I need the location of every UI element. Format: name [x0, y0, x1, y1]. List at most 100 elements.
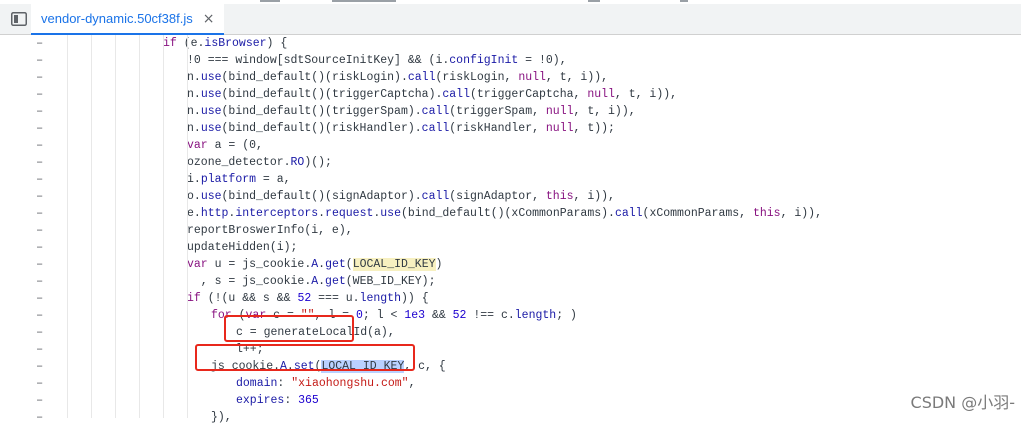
code-token: (riskLogin, [435, 71, 519, 84]
code-line[interactable]: – c = generateLocalId(a), [0, 324, 1021, 341]
code-line[interactable]: – for (var c = "", l = 0; l < 1e3 && 52 !… [0, 307, 1021, 324]
code-token: (bind_default()(riskHandler). [221, 122, 422, 135]
line-gutter-mark[interactable]: – [36, 35, 48, 52]
code-token: use [380, 207, 401, 220]
code-token: updateHidden(i); [187, 241, 298, 254]
code-token: use [200, 88, 222, 101]
code-line[interactable]: – n.use(bind_default()(triggerSpam).call(… [0, 103, 1021, 120]
code-token: 52 [297, 292, 312, 305]
code-token: , i)), [573, 190, 615, 203]
code-text: var u = js_cookie.A.get(LOCAL_ID_KEY) [187, 256, 442, 273]
code-line[interactable]: – n.use(bind_default()(triggerCaptcha).ca… [0, 86, 1021, 103]
code-text: e.http.interceptors.request.use(bind_def… [187, 205, 822, 222]
code-token: . [318, 275, 326, 288]
code-token: call [614, 207, 643, 220]
code-line[interactable]: – if (!(u && s && 52 === u.length)) { [0, 290, 1021, 307]
code-token: if [187, 292, 201, 305]
code-token: , t)); [573, 122, 615, 135]
code-token: (bind_default()(signAdaptor). [221, 190, 422, 203]
code-line[interactable]: – if (e.isBrowser) { [0, 35, 1021, 52]
code-token: (bind_default()(triggerCaptcha). [221, 88, 443, 101]
line-gutter-mark[interactable]: – [36, 358, 48, 375]
line-gutter-mark[interactable]: – [36, 154, 48, 171]
line-gutter-mark[interactable]: – [36, 103, 48, 120]
code-token: u = js_cookie. [207, 258, 312, 271]
line-gutter-mark[interactable]: – [36, 392, 48, 409]
code-token: if [163, 37, 177, 50]
code-line[interactable]: – updateHidden(i); [0, 239, 1021, 256]
line-gutter-mark[interactable]: – [36, 86, 48, 103]
code-line[interactable]: – l++; [0, 341, 1021, 358]
code-line[interactable]: – o.use(bind_default()(signAdaptor).call(… [0, 188, 1021, 205]
code-token: (xCommonParams, [642, 207, 753, 220]
code-token: "xiaohongshu.com" [291, 377, 409, 390]
line-gutter-mark[interactable]: – [36, 256, 48, 273]
code-line[interactable]: – domain: "xiaohongshu.com", [0, 375, 1021, 392]
code-text: if (e.isBrowser) { [163, 35, 287, 52]
code-line[interactable]: – expires: 365 [0, 392, 1021, 409]
code-token: LOCAL_ID_KEY [352, 258, 436, 271]
code-line[interactable]: – reportBroswerInfo(i, e), [0, 222, 1021, 239]
code-line[interactable]: – var u = js_cookie.A.get(LOCAL_ID_KEY) [0, 256, 1021, 273]
code-line[interactable]: – ozone_detector.RO)(); [0, 154, 1021, 171]
code-token: interceptors [235, 207, 319, 220]
code-token: a = (0, [207, 139, 263, 152]
code-token: !== c. [466, 309, 515, 322]
code-text: n.use(bind_default()(triggerSpam).call(t… [187, 103, 636, 120]
line-gutter-mark[interactable]: – [36, 324, 48, 341]
code-text: n.use(bind_default()(triggerCaptcha).cal… [187, 86, 677, 103]
line-gutter-mark[interactable]: – [36, 307, 48, 324]
line-gutter-mark[interactable]: – [36, 52, 48, 69]
code-token: RO [290, 156, 305, 169]
code-token: (signAdaptor, [449, 190, 546, 203]
code-token: use [200, 122, 222, 135]
line-gutter-mark[interactable]: – [36, 120, 48, 137]
code-token: get [325, 258, 346, 271]
line-gutter-mark[interactable]: – [36, 205, 48, 222]
close-icon[interactable]: × [203, 12, 215, 26]
code-line[interactable]: – js_cookie.A.set(LOCAL_ID_KEY, c, { [0, 358, 1021, 375]
code-text: expires: 365 [236, 392, 319, 409]
code-line[interactable]: – var a = (0, [0, 137, 1021, 154]
code-token: use [200, 190, 222, 203]
code-line[interactable]: – , s = js_cookie.A.get(WEB_ID_KEY); [0, 273, 1021, 290]
code-token: , t, i)), [614, 88, 678, 101]
code-token: var [187, 258, 208, 271]
sidebar-toggle-icon[interactable] [11, 12, 27, 26]
code-token: call [442, 88, 470, 101]
code-token: length [514, 309, 557, 322]
code-line[interactable]: – e.http.interceptors.request.use(bind_de… [0, 205, 1021, 222]
code-token: null [545, 122, 574, 135]
line-gutter-mark[interactable]: – [36, 375, 48, 392]
code-token: 0 [356, 309, 363, 322]
code-line[interactable]: – n.use(bind_default()(riskLogin).call(ri… [0, 69, 1021, 86]
code-token: (riskHandler, [449, 122, 546, 135]
code-token: , [408, 377, 416, 390]
line-gutter-mark[interactable]: – [36, 239, 48, 256]
line-gutter-mark[interactable]: – [36, 171, 48, 188]
code-text: o.use(bind_default()(signAdaptor).call(s… [187, 188, 615, 205]
line-gutter-mark[interactable]: – [36, 341, 48, 358]
code-token: ; ) [556, 309, 577, 322]
indent-guide [91, 35, 92, 418]
code-token: http [200, 207, 229, 220]
code-text: ozone_detector.RO)(); [187, 154, 332, 171]
line-gutter-mark[interactable]: – [36, 273, 48, 290]
code-editor[interactable]: – if (e.isBrowser) {– !0 === window[sdtSou… [0, 35, 1021, 424]
line-gutter-mark[interactable]: – [36, 69, 48, 86]
code-line[interactable]: – n.use(bind_default()(riskHandler).call(… [0, 120, 1021, 137]
code-token: , s = js_cookie. [187, 275, 312, 288]
line-gutter-mark[interactable]: – [36, 222, 48, 239]
code-text: i.platform = a, [187, 171, 291, 188]
code-token: call [421, 122, 450, 135]
line-gutter-mark[interactable]: – [36, 188, 48, 205]
code-token: (!(u && s && [200, 292, 298, 305]
line-gutter-mark[interactable]: – [36, 290, 48, 307]
code-token: domain [236, 377, 278, 390]
code-line[interactable]: – !0 === window[sdtSourceInitKey] && (i.c… [0, 52, 1021, 69]
code-token: null [518, 71, 546, 84]
line-gutter-mark[interactable]: – [36, 137, 48, 154]
code-token: n. [187, 105, 201, 118]
tab-vendor-dynamic[interactable]: vendor-dynamic.50cf38f.js × [31, 4, 225, 35]
code-line[interactable]: – i.platform = a, [0, 171, 1021, 188]
